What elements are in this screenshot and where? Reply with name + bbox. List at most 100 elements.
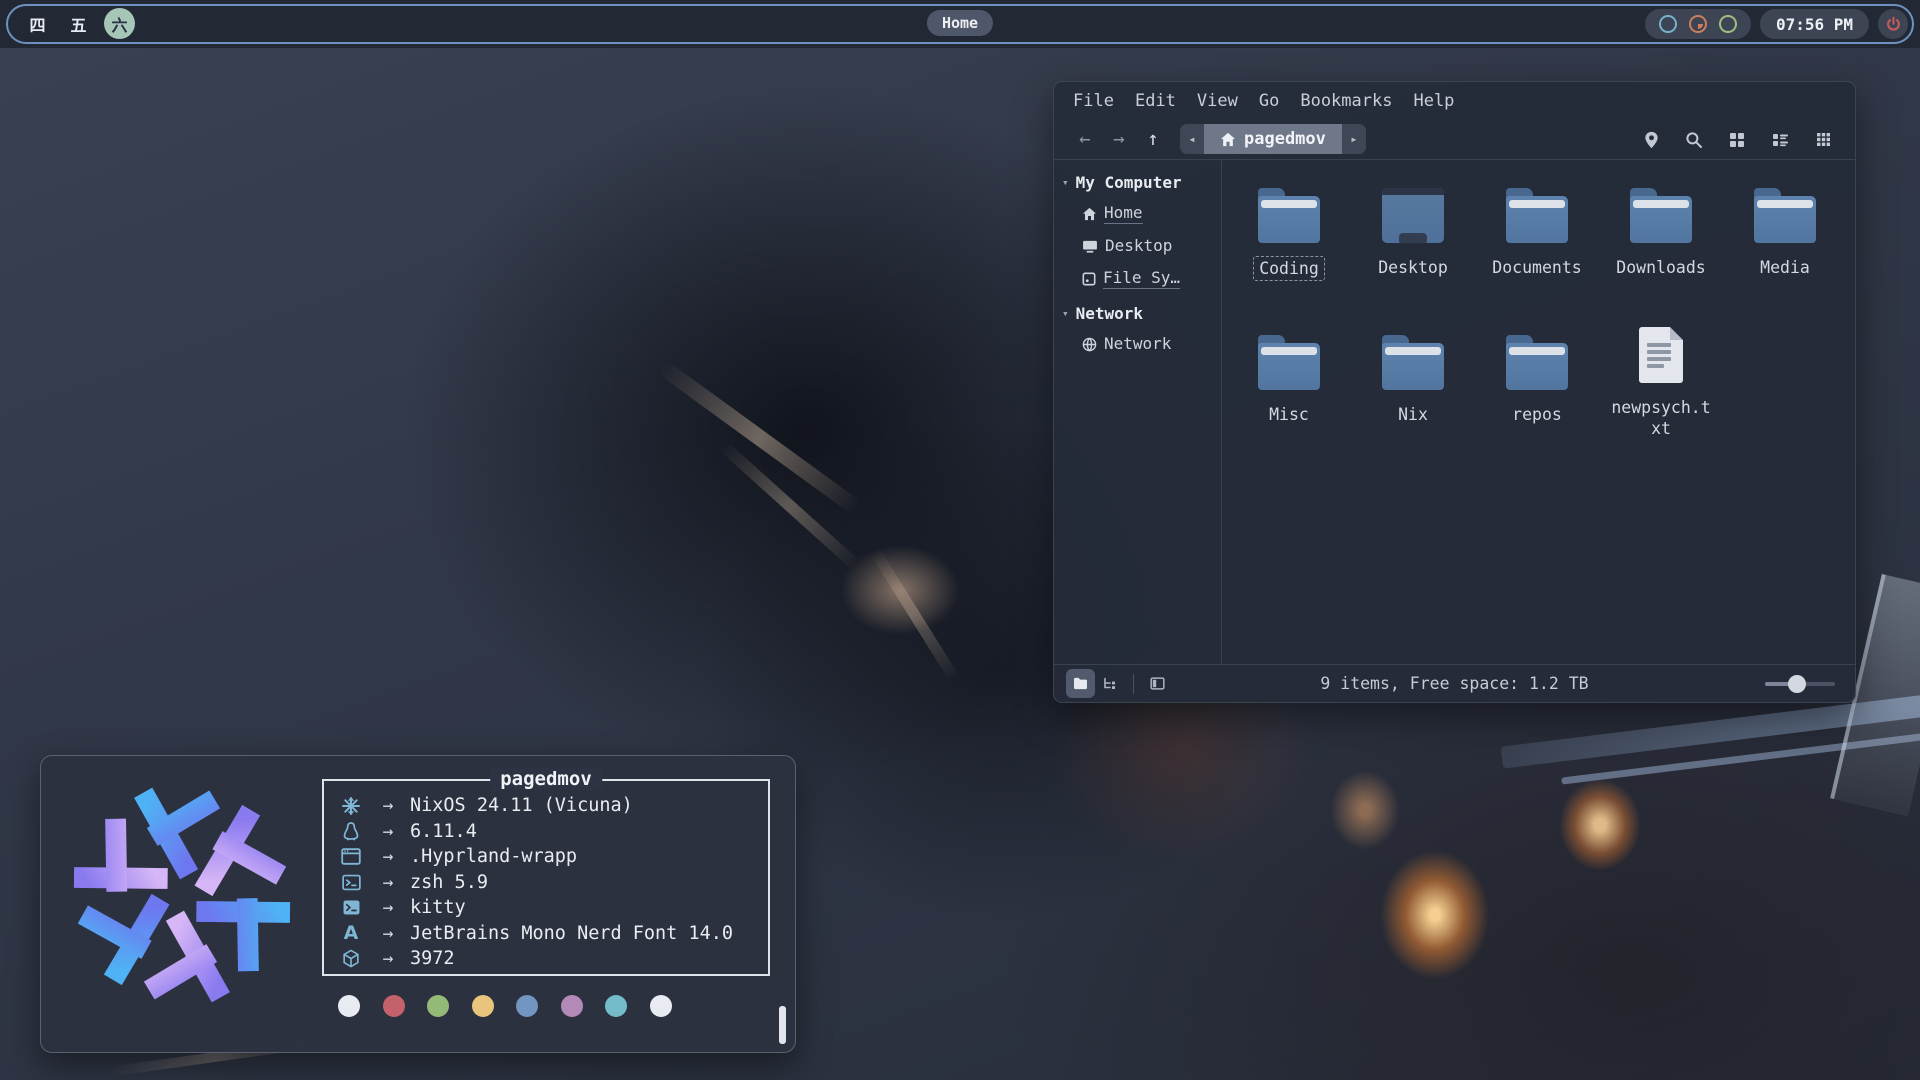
terminal-icon <box>336 900 366 915</box>
indicator-orange-icon[interactable] <box>1689 15 1707 33</box>
palette-dot <box>472 995 494 1017</box>
zoom-slider[interactable] <box>1765 682 1835 686</box>
collapse-arrow-icon: ▾ <box>1062 307 1069 320</box>
folder-icon <box>1630 196 1692 243</box>
sidebar-item-network[interactable]: Network <box>1054 328 1221 360</box>
nixos-icon <box>336 796 366 816</box>
file-item-downloads[interactable]: Downloads <box>1599 187 1723 279</box>
menu-help[interactable]: Help <box>1413 91 1454 111</box>
palette-dot <box>427 995 449 1017</box>
folder-icon <box>1754 196 1816 243</box>
workspace-4[interactable]: 四 <box>22 8 53 39</box>
menu-file[interactable]: File <box>1073 91 1114 111</box>
sidebar-item-home[interactable]: Home <box>1054 197 1221 230</box>
palette-dot <box>338 995 360 1017</box>
search-icon[interactable] <box>1684 130 1704 150</box>
file-item-nix[interactable]: Nix <box>1351 334 1475 426</box>
text-file-icon <box>1639 327 1683 383</box>
wm-icon <box>336 848 366 865</box>
fetch-row-wm: → .Hyprland-wrapp <box>336 844 760 870</box>
zoom-slider-knob[interactable] <box>1788 675 1806 693</box>
desktop-folder-icon <box>1382 188 1444 243</box>
location-icon[interactable] <box>1641 130 1661 150</box>
file-label: newpsych.txt <box>1605 396 1717 440</box>
fetch-row-os: → NixOS 24.11 (Vicuna) <box>336 793 760 819</box>
arrow: → <box>366 897 410 918</box>
fetch-row-kernel: → 6.11.4 <box>336 819 760 845</box>
file-item-newpsych-txt[interactable]: newpsych.txt <box>1599 327 1723 440</box>
icon-view-icon[interactable] <box>1727 130 1747 150</box>
file-label: Media <box>1755 256 1815 279</box>
back-button[interactable]: ← <box>1068 128 1102 150</box>
folder-icon <box>1382 343 1444 390</box>
file-item-media[interactable]: Media <box>1723 187 1847 279</box>
forward-button[interactable]: → <box>1102 128 1136 150</box>
file-item-documents[interactable]: Documents <box>1475 187 1599 279</box>
file-label: repos <box>1507 403 1567 426</box>
palette-dot <box>650 995 672 1017</box>
sidebar-section-my-computer[interactable]: ▾ My Computer <box>1054 168 1221 197</box>
terminal-window: pagedmov → NixOS 24.11 (Vicuna) <box>40 755 796 1053</box>
fetch-hostname: pagedmov <box>490 768 602 790</box>
file-manager-window: File Edit View Go Bookmarks Help ← → ↑ ◂… <box>1053 81 1856 703</box>
fetch-row-font: A → JetBrains Mono Nerd Font 14.0 <box>336 921 760 947</box>
fetch-row-packages: → 3972 <box>336 946 760 972</box>
breadcrumb-prev-icon[interactable]: ◂ <box>1180 124 1204 154</box>
clock: 07:56 PM <box>1760 9 1869 39</box>
indicator-green-icon[interactable] <box>1719 15 1737 33</box>
indicator-blue-icon[interactable] <box>1659 15 1677 33</box>
collapse-arrow-icon: ▾ <box>1062 176 1069 189</box>
arrow: → <box>366 872 410 893</box>
list-view-icon[interactable] <box>1770 130 1790 150</box>
sidebar-section-network[interactable]: ▾ Network <box>1054 299 1221 328</box>
file-item-repos[interactable]: repos <box>1475 334 1599 426</box>
compact-view-icon[interactable] <box>1813 130 1833 150</box>
side-pane-icon <box>1150 677 1165 690</box>
drive-icon <box>1082 272 1096 286</box>
palette-dot <box>605 995 627 1017</box>
sidebar-item-desktop[interactable]: Desktop <box>1054 230 1221 262</box>
file-label: Documents <box>1487 256 1586 279</box>
file-label: Misc <box>1264 403 1314 426</box>
menu-bookmarks[interactable]: Bookmarks <box>1300 91 1392 111</box>
workspace-5[interactable]: 五 <box>63 8 94 39</box>
kernel-icon <box>336 821 366 841</box>
tree-pane-button[interactable] <box>1095 669 1124 698</box>
palette-dot <box>516 995 538 1017</box>
sidebar: ▾ My Computer Home Desktop File Sy… <box>1054 160 1222 664</box>
breadcrumb-next-icon[interactable]: ▸ <box>1342 124 1366 154</box>
arrow: → <box>366 821 410 842</box>
fetch-row-terminal: → kitty <box>336 895 760 921</box>
file-label: Nix <box>1393 403 1433 426</box>
shell-icon <box>336 874 366 891</box>
status-bar: 9 items, Free space: 1.2 TB <box>1054 664 1855 702</box>
divider <box>1133 674 1134 694</box>
menu-bar: File Edit View Go Bookmarks Help <box>1054 82 1855 119</box>
workspace-6-active[interactable]: 六 <box>104 8 135 39</box>
status-indicators <box>1645 9 1751 39</box>
file-grid: Coding Desktop Documents Downloads Media… <box>1222 160 1855 664</box>
file-item-desktop[interactable]: Desktop <box>1351 187 1475 279</box>
file-item-misc[interactable]: Misc <box>1227 334 1351 426</box>
menu-edit[interactable]: Edit <box>1135 91 1176 111</box>
tray: 07:56 PM <box>1645 9 1908 39</box>
menu-view[interactable]: View <box>1197 91 1238 111</box>
menu-go[interactable]: Go <box>1259 91 1279 111</box>
folder-icon <box>1258 343 1320 390</box>
power-icon <box>1885 16 1902 33</box>
toolbar-view-controls <box>1641 119 1833 160</box>
up-button[interactable]: ↑ <box>1136 128 1170 150</box>
workspace-switcher: 四 五 六 <box>22 8 135 39</box>
tree-icon <box>1103 677 1117 690</box>
file-item-coding[interactable]: Coding <box>1227 187 1351 281</box>
breadcrumb-home-segment[interactable]: pagedmov <box>1204 124 1342 154</box>
terminal-color-palette <box>338 995 672 1017</box>
sidebar-item-file-system[interactable]: File Sy… <box>1054 262 1221 295</box>
packages-icon <box>336 949 366 968</box>
power-button[interactable] <box>1878 9 1908 39</box>
terminal-scrollbar[interactable] <box>779 1006 786 1044</box>
places-pane-button[interactable] <box>1066 669 1095 698</box>
top-bar: 四 五 六 Home 07:56 PM <box>0 0 1920 48</box>
fastfetch-info-box: pagedmov → NixOS 24.11 (Vicuna) <box>322 779 770 976</box>
side-pane-toggle-button[interactable] <box>1143 669 1172 698</box>
